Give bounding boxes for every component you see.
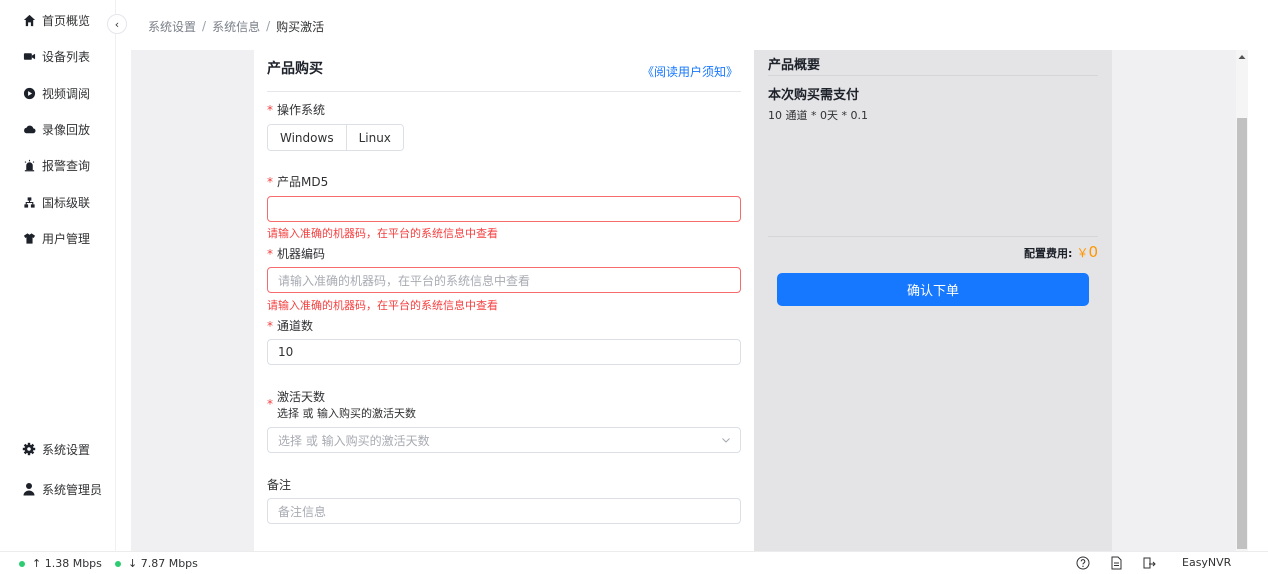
remark-input[interactable]: 备注信息 [267,498,741,524]
help-icon[interactable] [1076,556,1090,570]
os-option-linux[interactable]: Linux [345,125,403,150]
days-required-mark: * [267,397,273,411]
machine-code-input[interactable]: 请输入准确的机器码，在平台的系统信息中查看 [267,267,741,293]
status-dot [115,560,121,567]
os-label: * 操作系统 [267,103,326,117]
scroll-up-arrow-icon[interactable] [1236,52,1248,62]
sidebar-item-label: 系统设置 [42,442,91,457]
sidebar-item-label: 系统管理员 [42,482,103,497]
alarm-icon [22,158,36,172]
summary-calculation: 10 通道 * 0天 * 0.1 [768,109,868,122]
summary-panel: 产品概要 本次购买需支付 10 通道 * 0天 * 0.1 配置费用: ￥ 0 … [754,50,1112,551]
days-sublabel: 选择 或 输入购买的激活天数 [277,407,416,420]
os-option-windows[interactable]: Windows [268,125,346,150]
fee-row: 配置费用: ￥ 0 [1024,243,1098,261]
required-mark: * [267,175,273,189]
scrollbar[interactable] [1236,50,1248,551]
fee-label: 配置费用: [1024,247,1073,260]
required-mark: * [267,103,273,117]
days-placeholder: 选择 或 输入购买的激活天数 [278,433,430,448]
sidebar-item-settings[interactable]: 系统设置 [0,437,116,461]
divider [768,236,1098,237]
sidebar-item-devices[interactable]: 设备列表 [0,44,116,68]
channels-input[interactable]: 10 [267,339,741,365]
gear-icon [22,442,36,456]
machine-code-label: * 机器编码 [267,247,326,261]
sidebar-item-video[interactable]: 视频调阅 [0,81,116,105]
summary-title: 产品概要 [768,58,821,73]
breadcrumb-item-settings[interactable]: 系统设置 [148,18,196,35]
machine-code-placeholder: 请输入准确的机器码，在平台的系统信息中查看 [278,273,531,288]
sidebar-item-playback[interactable]: 录像回放 [0,117,116,141]
fee-value: 0 [1088,243,1098,261]
remark-label: 备注 [267,478,292,492]
machine-code-error: 请输入准确的机器码，在平台的系统信息中查看 [267,299,498,312]
md5-label: * 产品MD5 [267,175,329,189]
sidebar-item-label: 国标级联 [42,195,91,210]
md5-error: 请输入准确的机器码，在平台的系统信息中查看 [267,227,498,240]
sidebar: 首页概览 设备列表 视频调阅 录像回放 报警查询 国标级联 用户管理 系统设置 … [0,0,116,551]
confirm-order-button[interactable]: 确认下单 [777,273,1089,306]
os-selector: Windows Linux [267,124,404,151]
document-icon[interactable] [1109,556,1123,570]
divider [768,75,1098,76]
scroll-thumb[interactable] [1237,118,1247,549]
purchase-form: 产品购买 《阅读用户须知》 * 操作系统 Windows Linux * 产品MD5… [254,50,754,551]
export-icon[interactable] [1142,556,1156,570]
sidebar-item-label: 报警查询 [42,158,91,173]
sidebar-item-cascade[interactable]: 国标级联 [0,190,116,214]
breadcrumb-item-current: 购买激活 [276,19,325,34]
required-mark: * [267,247,273,261]
sidebar-collapse-button[interactable]: ‹ [107,14,127,34]
status-bar: ↑ 1.38 Mbps ↓ 7.87 Mbps EasyNVR [0,551,1268,574]
channels-value: 10 [278,345,294,359]
required-mark: * [267,319,273,333]
summary-subtitle: 本次购买需支付 [768,88,860,103]
fee-currency: ￥ [1076,246,1089,260]
user-icon [22,482,36,496]
form-title: 产品购买 [267,61,323,77]
camera-icon [22,49,36,63]
upload-rate: ↑ 1.38 Mbps [19,557,102,570]
user-notice-link[interactable]: 《阅读用户须知》 [642,63,738,80]
remark-placeholder: 备注信息 [278,504,327,519]
breadcrumb: 系统设置 / 系统信息 / 购买激活 [148,17,324,35]
brand-label: EasyNVR [1182,556,1232,569]
sidebar-item-label: 用户管理 [42,231,91,246]
sidebar-item-users[interactable]: 用户管理 [0,226,116,250]
sidebar-item-label: 设备列表 [42,49,91,64]
md5-input[interactable] [267,196,741,222]
sidebar-item-label: 首页概览 [42,13,91,28]
breadcrumb-item-system-info[interactable]: 系统信息 [212,18,260,35]
download-rate: ↓ 7.87 Mbps [115,557,198,570]
cloud-icon [22,122,36,136]
play-icon [22,86,36,100]
chevron-down-icon [722,438,730,443]
breadcrumb-separator: / [266,19,271,33]
sidebar-item-label: 录像回放 [42,122,91,137]
sidebar-item-alarm[interactable]: 报警查询 [0,153,116,177]
status-dot [19,560,25,567]
breadcrumb-separator: / [202,19,207,33]
sidebar-item-label: 视频调阅 [42,86,91,101]
cascade-icon [22,195,36,209]
sidebar-item-admin[interactable]: 系统管理员 [0,477,116,501]
channels-label: * 通道数 [267,319,314,333]
home-icon [22,13,36,27]
divider [267,91,741,92]
days-select[interactable]: 选择 或 输入购买的激活天数 [267,427,741,453]
sidebar-item-home[interactable]: 首页概览 [0,8,116,32]
days-label: 激活天数 [277,390,326,404]
shirt-icon [22,231,36,245]
